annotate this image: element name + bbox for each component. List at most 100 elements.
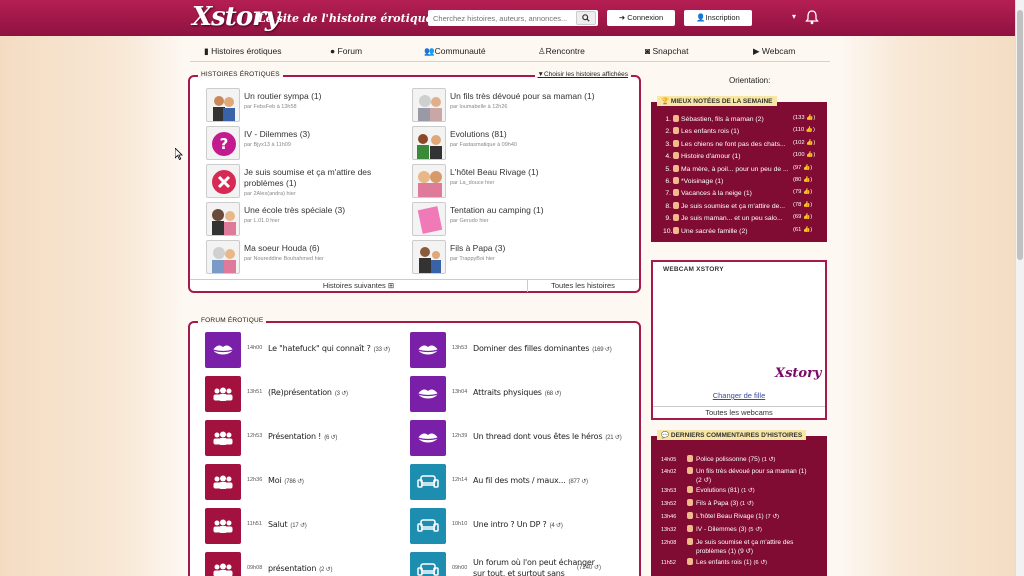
top-rated-item[interactable]: 10. Une sacrée famille (2) (61 👍) bbox=[663, 226, 812, 237]
all-stories-link[interactable]: Toutes les histoires bbox=[528, 280, 638, 292]
forum-topic[interactable]: 09h00 Un forum où l'on peut échanger sur t… bbox=[410, 552, 610, 576]
top-rated-title-link[interactable]: *Voisinage (1) bbox=[681, 178, 723, 185]
forum-topic-title[interactable]: Une intro ? Un DP ? (4 ↺) bbox=[473, 520, 563, 529]
signup-button[interactable]: 👤Inscription bbox=[684, 10, 752, 26]
nav-item-stories[interactable]: ▮ Histoires érotiques bbox=[204, 46, 281, 57]
top-rated-title-link[interactable]: Les enfants rois (1) bbox=[681, 128, 739, 135]
change-webcam-link[interactable]: Changer de fille bbox=[653, 391, 825, 400]
top-rated-title-link[interactable]: Ma mère, à poil... pour un peu de ... bbox=[681, 166, 789, 173]
next-stories-link[interactable]: Histoires suivantes ⊞ bbox=[190, 280, 528, 292]
story-title[interactable]: Un routier sympa (1) bbox=[244, 91, 321, 101]
comment-story-title[interactable]: Evolutions (81) bbox=[696, 487, 739, 494]
story-title[interactable]: Tentation au camping (1) bbox=[450, 205, 544, 215]
forum-topic-title-text[interactable]: Présentation ! bbox=[268, 432, 321, 441]
comment-item[interactable]: 14h02 Un fils très dévoué pour sa maman (… bbox=[661, 467, 807, 484]
forum-topic-title[interactable]: (Re)présentation (3 ↺) bbox=[268, 388, 348, 397]
search-button[interactable] bbox=[576, 11, 596, 25]
story-item[interactable]: Un routier sympa (1) par FebsFeb à 13h58 bbox=[206, 88, 406, 122]
comment-story-title-line2[interactable]: problèmes (1) (9 ↺) bbox=[696, 547, 753, 555]
forum-topic-title[interactable]: Au fil des mots / maux... (877 ↺) bbox=[473, 476, 588, 485]
forum-topic-title[interactable]: présentation (2 ↺) bbox=[268, 564, 332, 573]
forum-topic-title[interactable]: Salut (17 ↺) bbox=[268, 520, 307, 529]
forum-topic-title-text[interactable]: Moi bbox=[268, 476, 282, 485]
forum-topic-title-line2[interactable]: sur tout, et surtout sans bbox=[473, 569, 565, 576]
comment-item[interactable]: 13h32 IV - Dilemmes (3) (5 ↺) bbox=[661, 525, 762, 533]
nav-item-community[interactable]: 👥Communauté bbox=[424, 46, 486, 57]
story-item[interactable]: L'hôtel Beau Rivage (1) par La_douce hie… bbox=[412, 164, 612, 198]
top-rated-title-link[interactable]: Je suis maman... et un peu salo... bbox=[681, 215, 783, 222]
top-rated-title-link[interactable]: Une sacrée famille (2) bbox=[681, 228, 747, 235]
nav-item-meeting[interactable]: ♙Rencontre bbox=[538, 46, 585, 57]
top-rated-title-link[interactable]: Je suis soumise et ça m'attire de... bbox=[681, 203, 785, 210]
chevron-down-icon[interactable]: ▾ bbox=[792, 12, 796, 21]
top-rated-item[interactable]: 7. Vacances à la neige (1) (79 👍) bbox=[663, 189, 812, 199]
comment-item[interactable]: 13h46 L'hôtel Beau Rivage (1) (7 ↺) bbox=[661, 512, 779, 520]
story-item[interactable]: Je suis soumise et ça m'attire des probl… bbox=[206, 164, 406, 198]
comment-item[interactable]: 11h52 Les enfants rois (1) (6 ↺) bbox=[661, 558, 767, 566]
comment-item[interactable]: 14h05 Police polissonne (75) (1 ↺) bbox=[661, 455, 775, 463]
forum-topic-title[interactable]: Le "hatefuck" qui connaît ? (33 ↺) bbox=[268, 344, 390, 353]
forum-topic[interactable]: 12h36 Moi (786 ↺) bbox=[205, 464, 405, 500]
forum-topic-title-text[interactable]: Salut bbox=[268, 520, 288, 529]
scrollbar-thumb[interactable] bbox=[1017, 10, 1023, 260]
top-rated-item[interactable]: 9. Je suis maman... et un peu salo... (69 … bbox=[663, 214, 812, 224]
forum-topic-title[interactable]: Moi (786 ↺) bbox=[268, 476, 304, 485]
forum-topic-title-text[interactable]: présentation bbox=[268, 564, 316, 573]
forum-topic-title[interactable]: Présentation ! (6 ↺) bbox=[268, 432, 337, 441]
story-title[interactable]: Fils à Papa (3) bbox=[450, 243, 505, 253]
comment-story-title[interactable]: L'hôtel Beau Rivage (1) bbox=[696, 513, 764, 520]
nav-item-webcam[interactable]: ▶ Webcam bbox=[753, 46, 795, 57]
nav-item-forum[interactable]: ● Forum bbox=[330, 46, 362, 56]
login-button[interactable]: ➜ Connexion bbox=[607, 10, 675, 26]
story-title-line2[interactable]: problèmes (1) bbox=[244, 178, 296, 188]
comment-story-title-line2[interactable]: (2 ↺) bbox=[696, 476, 711, 484]
forum-topic-title-text[interactable]: Un thread dont vous êtes le héros bbox=[473, 432, 603, 441]
story-item[interactable]: Tentation au camping (1) par Gerudo hier bbox=[412, 202, 612, 236]
top-rated-title-link[interactable]: Sébastien, fils à maman (2) bbox=[681, 116, 764, 123]
comment-item[interactable]: 13h53 Evolutions (81) (1 ↺) bbox=[661, 486, 755, 494]
comment-story-title[interactable]: Police polissonne (75) bbox=[696, 456, 760, 463]
top-rated-title-link[interactable]: Histoire d'amour (1) bbox=[681, 153, 740, 160]
forum-topic-title-text[interactable]: Le "hatefuck" qui connaît ? bbox=[268, 344, 371, 353]
search-input[interactable] bbox=[428, 10, 573, 26]
story-item[interactable]: Evolutions (81) par Fastasmatique à 09h4… bbox=[412, 126, 612, 160]
top-rated-item[interactable]: 1. Sébastien, fils à maman (2) (133 👍) bbox=[663, 115, 815, 125]
comment-story-title[interactable]: Les enfants rois (1) bbox=[696, 559, 752, 566]
story-item[interactable]: Fils à Papa (3) par TrappyBoi hier bbox=[412, 240, 612, 274]
top-rated-title-link[interactable]: Vacances à la neige (1) bbox=[681, 190, 752, 197]
comment-item[interactable]: 13h52 Fils à Papa (3) (1 ↺) bbox=[661, 499, 754, 507]
comment-story-title[interactable]: Je suis soumise et ça m'attire des bbox=[696, 539, 793, 546]
top-rated-item[interactable]: 4. Histoire d'amour (1) (100 👍) bbox=[663, 152, 815, 162]
forum-topic-title-text[interactable]: Attraits physiques bbox=[473, 388, 542, 397]
forum-topic-title[interactable]: Attraits physiques (68 ↺) bbox=[473, 388, 561, 397]
forum-topic-title-text[interactable]: Dominer des filles dominantes bbox=[473, 344, 589, 353]
story-title[interactable]: IV - Dilemmes (3) bbox=[244, 129, 310, 139]
comment-story-title[interactable]: IV - Dilemmes (3) bbox=[696, 526, 747, 533]
forum-topic[interactable]: 12h14 Au fil des mots / maux... (877 ↺) bbox=[410, 464, 610, 500]
forum-topic-title[interactable]: Un thread dont vous êtes le héros (21 ↺) bbox=[473, 432, 622, 441]
forum-topic-title-text[interactable]: (Re)présentation bbox=[268, 388, 332, 397]
forum-topic[interactable]: 12h39 Un thread dont vous êtes le héros (2… bbox=[410, 420, 622, 456]
forum-topic[interactable]: 13h53 Dominer des filles dominantes (169 ↺… bbox=[410, 332, 612, 368]
nav-item-snapchat[interactable]: ◙ Snapchat bbox=[645, 46, 688, 56]
bell-icon[interactable] bbox=[805, 9, 819, 25]
orientation-label[interactable]: Orientation: bbox=[729, 76, 770, 85]
forum-topic-title-text[interactable]: Au fil des mots / maux... bbox=[473, 476, 566, 485]
top-rated-item[interactable]: 8. Je suis soumise et ça m'attire de... (7… bbox=[663, 201, 812, 212]
top-rated-item[interactable]: 2. Les enfants rois (1) (110 👍) bbox=[663, 127, 815, 137]
story-title[interactable]: Je suis soumise et ça m'attire des bbox=[244, 167, 371, 177]
story-title[interactable]: Evolutions (81) bbox=[450, 129, 507, 139]
top-rated-item[interactable]: 5. Ma mère, à poil... pour un peu de ... (… bbox=[663, 164, 812, 175]
story-title[interactable]: Un fils très dévoué pour sa maman (1) bbox=[450, 91, 595, 101]
page-scrollbar[interactable] bbox=[1015, 0, 1024, 576]
filter-stories-link[interactable]: ▼Choisir les histoires affichées bbox=[534, 71, 631, 78]
forum-topic[interactable]: 12h53 Présentation ! (6 ↺) bbox=[205, 420, 405, 456]
comment-story-title[interactable]: Fils à Papa (3) bbox=[696, 500, 738, 507]
forum-topic-title[interactable]: Dominer des filles dominantes (169 ↺) bbox=[473, 344, 612, 353]
comment-story-title[interactable]: Un fils très dévoué pour sa maman (1) bbox=[696, 468, 807, 475]
story-item[interactable]: ? IV - Dilemmes (3) par Bjyx13 à 11h09 bbox=[206, 126, 406, 160]
top-rated-item[interactable]: 6. *Voisinage (1) (80 👍) bbox=[663, 177, 812, 187]
story-title[interactable]: L'hôtel Beau Rivage (1) bbox=[450, 167, 539, 177]
story-item[interactable]: Un fils très dévoué pour sa maman (1) pa… bbox=[412, 88, 612, 122]
top-rated-item[interactable]: 3. Les chiens ne font pas des chats... (10… bbox=[663, 139, 815, 150]
